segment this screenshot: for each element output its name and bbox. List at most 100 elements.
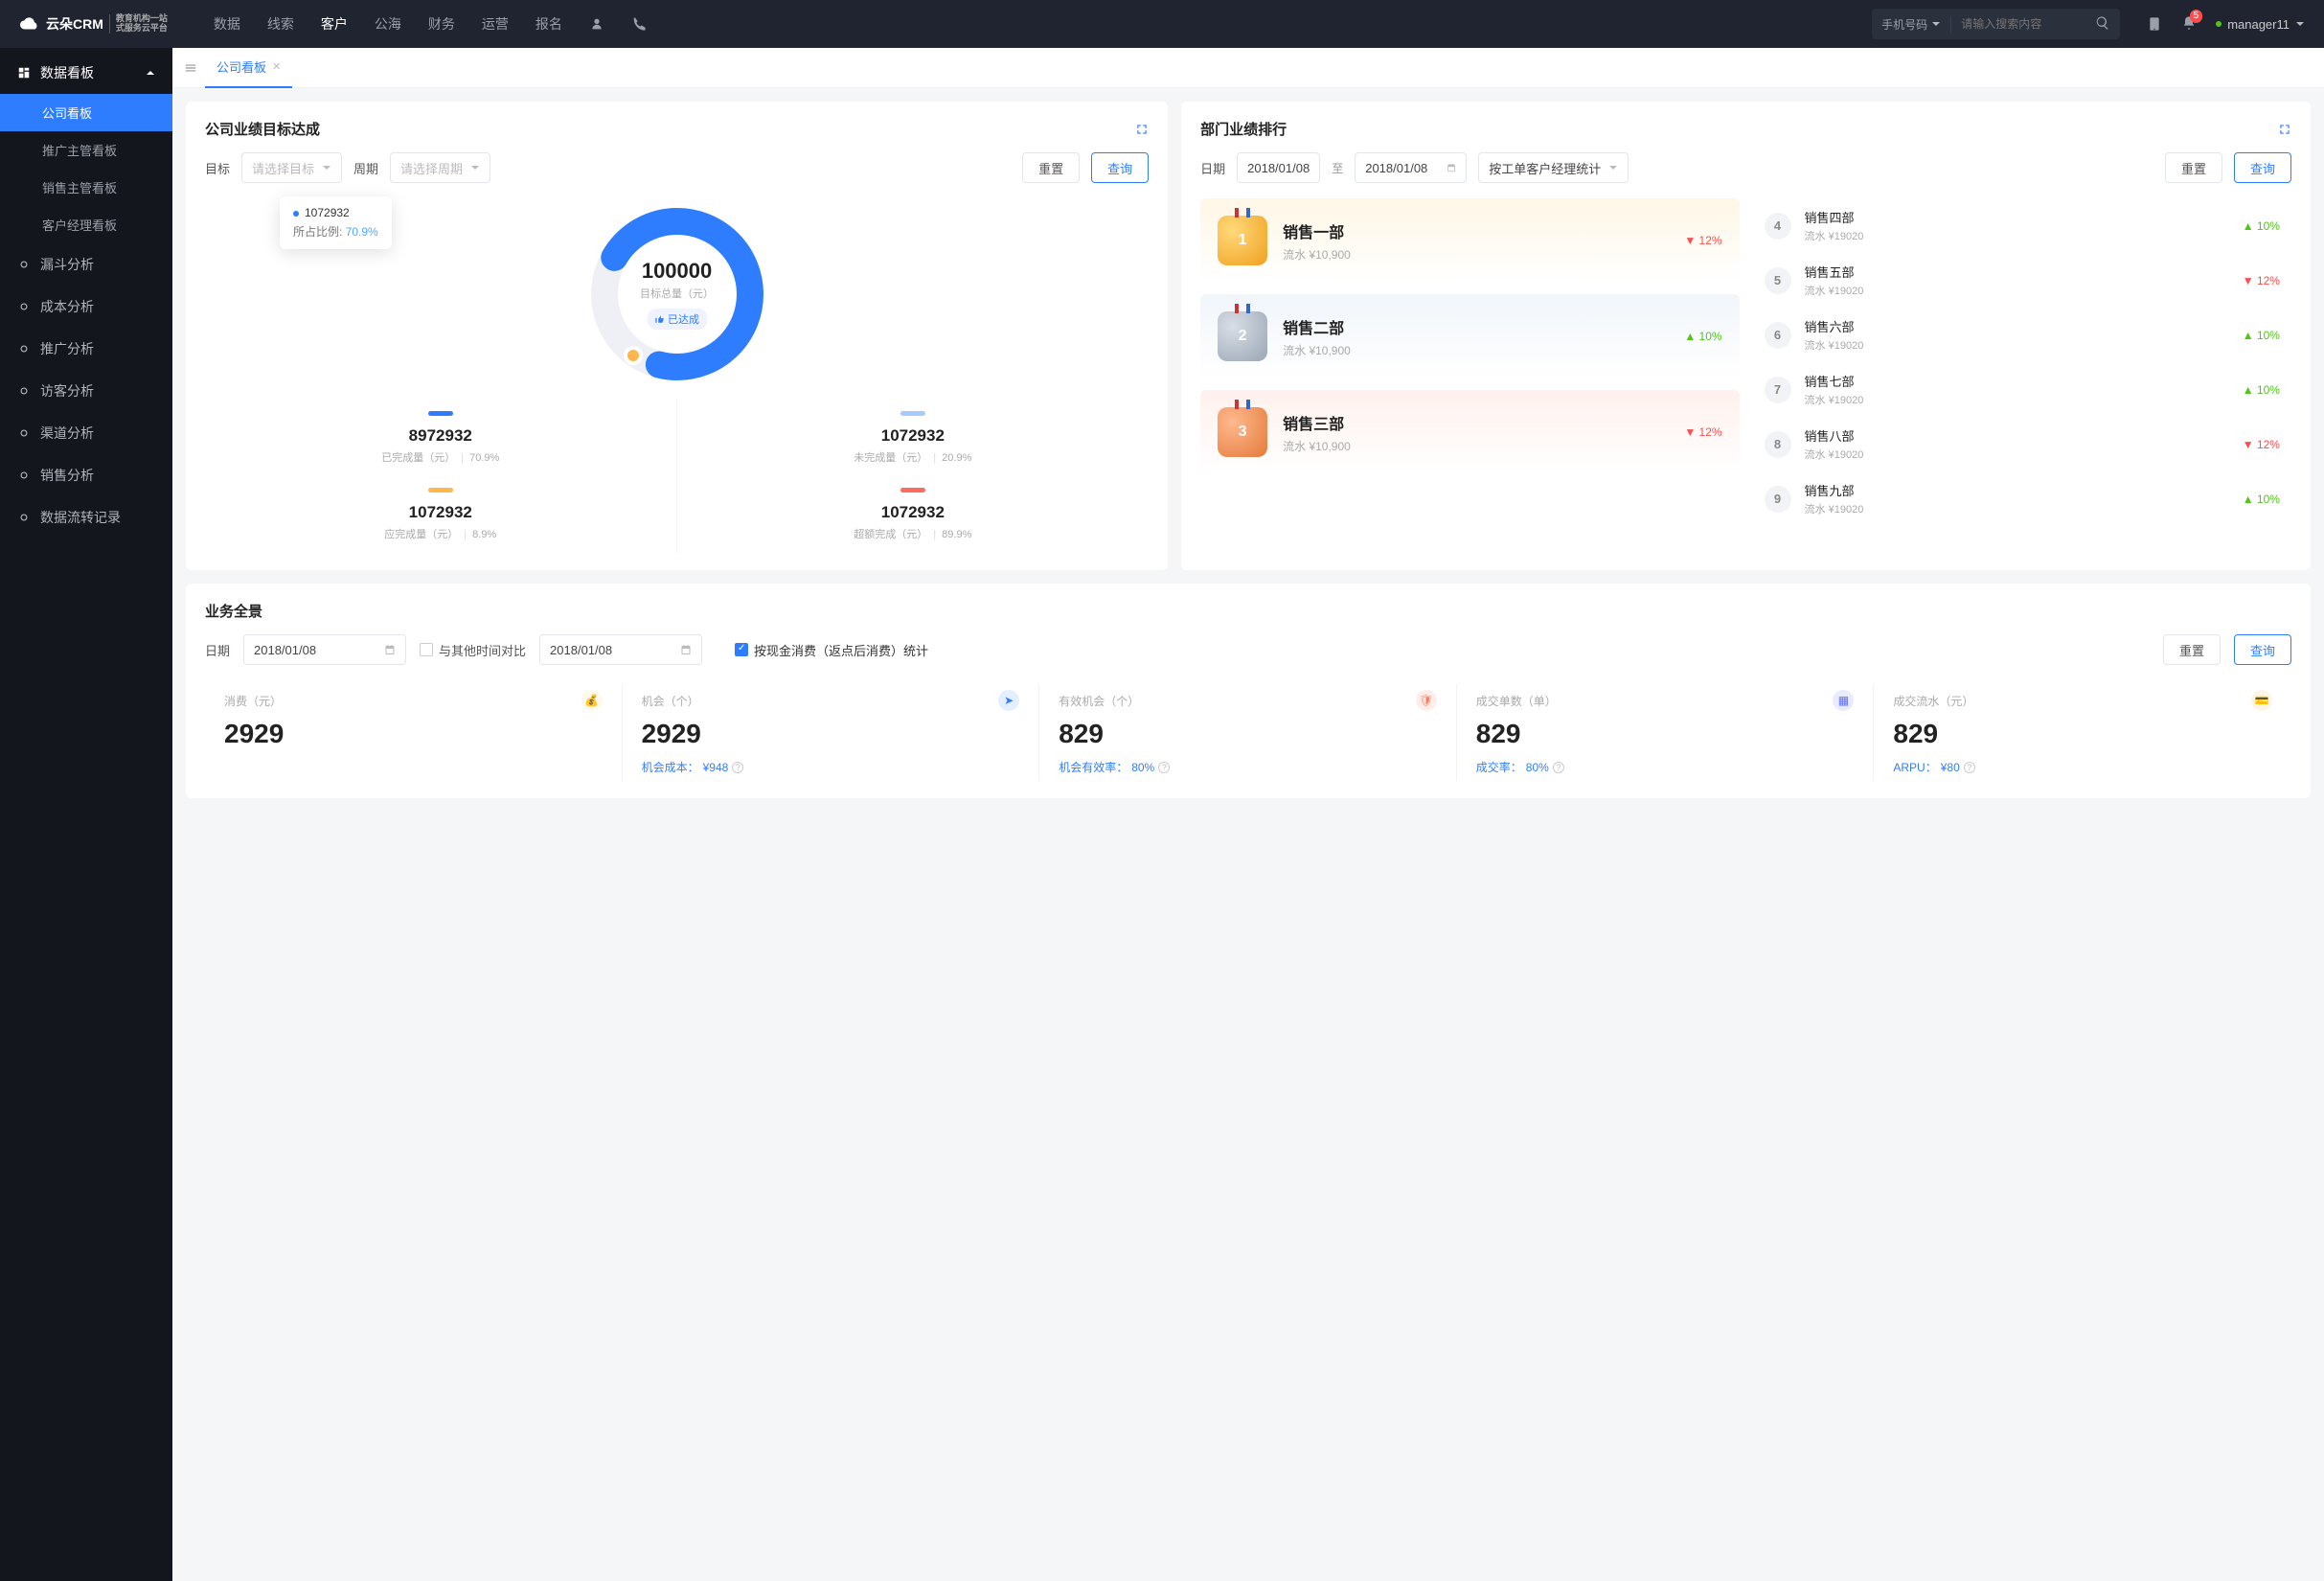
- sidebar-sub-2[interactable]: 销售主管看板: [0, 169, 172, 206]
- overview-date2[interactable]: 2018/01/08: [539, 634, 702, 665]
- top-nav: 云朵CRM 教育机构一站式服务云平台 数据线索客户公海财务运营报名 手机号码 5…: [0, 0, 2324, 48]
- sidebar-group-dashboard[interactable]: 数据看板: [0, 52, 172, 94]
- kpi-3: 成交单数（单）▦829成交率：80%?: [1457, 684, 1875, 781]
- target-reset-button[interactable]: 重置: [1022, 152, 1080, 183]
- help-icon[interactable]: ?: [1158, 762, 1170, 773]
- sidebar-item-1[interactable]: 成本分析: [0, 286, 172, 328]
- tab-close-icon[interactable]: ✕: [272, 60, 281, 73]
- ranking-rest: 4销售四部流水 ¥19020▲ 10%5销售五部流水 ¥19020▼ 12%6销…: [1753, 198, 2291, 526]
- user-icon: [17, 384, 31, 398]
- medal-icon: 1: [1218, 216, 1267, 265]
- target-stat-1: 1072932未完成量（元）|20.9%: [677, 400, 1150, 476]
- target-stat-3: 1072932超额完成（元）|89.9%: [677, 476, 1150, 553]
- nav-item-3[interactable]: 公海: [375, 14, 401, 34]
- tab-strip: 公司看板 ✕: [172, 48, 2324, 88]
- ranking-date-to[interactable]: 2018/01/08: [1355, 152, 1467, 183]
- sidebar-item-5[interactable]: 销售分析: [0, 454, 172, 496]
- link-icon: [17, 426, 31, 440]
- trend-down-icon: ▼ 12%: [1684, 425, 1721, 439]
- dashboard-icon: [17, 66, 31, 80]
- overview-reset-button[interactable]: 重置: [2163, 634, 2221, 665]
- nav-item-4[interactable]: 财务: [428, 14, 455, 34]
- sidebar-item-3[interactable]: 访客分析: [0, 370, 172, 412]
- sidebar-sub-3[interactable]: 客户经理看板: [0, 206, 172, 243]
- rank-item-9[interactable]: 9销售九部流水 ¥19020▲ 10%: [1753, 471, 2291, 526]
- chart-tooltip: 1072932 所占比例: 70.9%: [280, 196, 392, 249]
- sidebar-item-2[interactable]: 推广分析: [0, 328, 172, 370]
- compare-checkbox[interactable]: 与其他时间对比: [420, 641, 526, 659]
- kpi-icon: ➤: [998, 690, 1019, 711]
- notification-badge[interactable]: 5: [2181, 15, 2197, 34]
- search-type-select[interactable]: 手机号码: [1872, 16, 1951, 33]
- rank-item-4[interactable]: 4销售四部流水 ¥19020▲ 10%: [1753, 198, 2291, 253]
- rank-item-6[interactable]: 6销售六部流水 ¥19020▲ 10%: [1753, 308, 2291, 362]
- overview-date1[interactable]: 2018/01/08: [243, 634, 406, 665]
- rank-top-3[interactable]: 3销售三部流水 ¥10,900▼ 12%: [1200, 390, 1739, 474]
- trend-down-icon: ▼ 12%: [1684, 234, 1721, 247]
- rank-item-8[interactable]: 8销售八部流水 ¥19020▼ 12%: [1753, 417, 2291, 471]
- user-menu[interactable]: manager11: [2216, 17, 2305, 32]
- ranking-date-from[interactable]: 2018/01/08: [1237, 152, 1320, 183]
- thumbs-up-icon: [654, 314, 664, 324]
- trend-up-icon: ▲ 10%: [1684, 330, 1721, 343]
- menu-icon[interactable]: [184, 61, 197, 75]
- rank-item-5[interactable]: 5销售五部流水 ¥19020▼ 12%: [1753, 253, 2291, 308]
- trend-down-icon: ▼ 12%: [2243, 438, 2280, 451]
- date-separator: 至: [1332, 160, 1343, 176]
- rank-number: 9: [1765, 486, 1791, 513]
- expand-icon[interactable]: [1135, 123, 1149, 136]
- ranking-stat-select[interactable]: 按工单客户经理统计: [1478, 152, 1629, 183]
- search-button[interactable]: [2085, 15, 2120, 34]
- ranking-title: 部门业绩排行: [1200, 119, 1287, 139]
- target-title: 公司业绩目标达成: [205, 119, 320, 139]
- target-query-button[interactable]: 查询: [1091, 152, 1149, 183]
- help-icon[interactable]: ?: [732, 762, 743, 773]
- nav-item-1[interactable]: 线索: [267, 14, 294, 34]
- trend-up-icon: ▲ 10%: [2243, 329, 2280, 342]
- tab-company-board[interactable]: 公司看板 ✕: [205, 48, 292, 88]
- sidebar-item-6[interactable]: 数据流转记录: [0, 496, 172, 538]
- user-icon[interactable]: [589, 16, 604, 32]
- trend-up-icon: ▲ 10%: [2243, 219, 2280, 233]
- sidebar-sub-0[interactable]: 公司看板: [0, 94, 172, 131]
- label-period: 周期: [353, 159, 378, 177]
- cloud-icon: [19, 13, 40, 34]
- kpi-row: 消费（元）💰2929机会（个）➤2929机会成本：¥948?有效机会（个）🛡82…: [205, 684, 2291, 781]
- help-icon[interactable]: ?: [1553, 762, 1564, 773]
- username-text: manager11: [2227, 17, 2290, 32]
- search-input[interactable]: [1951, 17, 2085, 31]
- help-icon[interactable]: ?: [1964, 762, 1975, 773]
- brand-subtitle: 教育机构一站式服务云平台: [109, 14, 168, 34]
- donut-label: 目标总量（元）: [640, 286, 714, 301]
- rank-item-7[interactable]: 7销售七部流水 ¥19020▲ 10%: [1753, 362, 2291, 417]
- rank-number: 6: [1765, 322, 1791, 349]
- select-goal[interactable]: 请选择目标: [241, 152, 342, 183]
- filter-icon: [17, 258, 31, 271]
- target-stat-2: 1072932应完成量（元）|8.9%: [205, 476, 677, 553]
- nav-item-6[interactable]: 报名: [535, 14, 562, 34]
- ranking-query-button[interactable]: 查询: [2234, 152, 2291, 183]
- nav-item-2[interactable]: 客户: [321, 14, 348, 34]
- sidebar-item-4[interactable]: 渠道分析: [0, 412, 172, 454]
- sidebar-item-0[interactable]: 漏斗分析: [0, 243, 172, 286]
- ranking-reset-button[interactable]: 重置: [2165, 152, 2222, 183]
- rank-top-1[interactable]: 1销售一部流水 ¥10,900▼ 12%: [1200, 198, 1739, 283]
- nav-item-5[interactable]: 运营: [482, 14, 509, 34]
- nav-item-0[interactable]: 数据: [214, 14, 240, 34]
- phone-icon[interactable]: [631, 16, 647, 32]
- yen-icon: [17, 300, 31, 313]
- mobile-icon[interactable]: [2147, 16, 2162, 32]
- search-icon: [2095, 15, 2110, 31]
- rank-top-2[interactable]: 2销售二部流水 ¥10,900▲ 10%: [1200, 294, 1739, 378]
- cash-checkbox[interactable]: 按现金消费（返点后消费）统计: [735, 641, 928, 659]
- expand-icon[interactable]: [2278, 123, 2291, 136]
- rank-number: 7: [1765, 377, 1791, 403]
- kpi-2: 有效机会（个）🛡829机会有效率：80%?: [1039, 684, 1457, 781]
- donut-value: 100000: [640, 259, 714, 284]
- card-ranking: 部门业绩排行 日期 2018/01/08 至 2018/01/08 按工单客户经…: [1181, 102, 2311, 570]
- overview-query-button[interactable]: 查询: [2234, 634, 2291, 665]
- select-period[interactable]: 请选择周期: [390, 152, 490, 183]
- medal-icon: 3: [1218, 407, 1267, 457]
- sidebar-sub-1[interactable]: 推广主管看板: [0, 131, 172, 169]
- eye-icon: [17, 469, 31, 482]
